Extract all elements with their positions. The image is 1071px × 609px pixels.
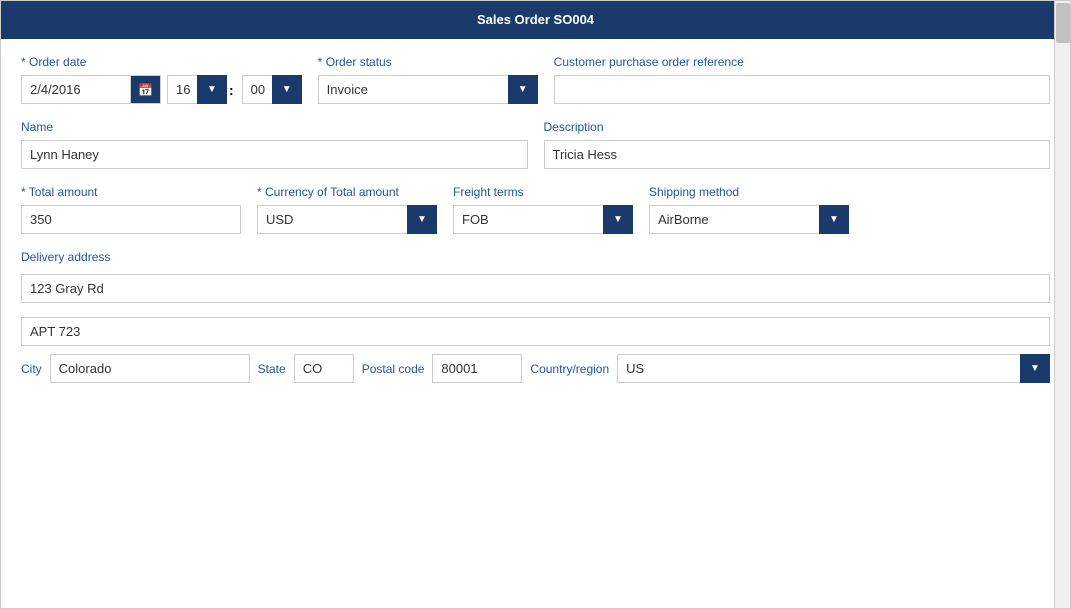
customer-po-group: Customer purchase order reference [554, 55, 1050, 104]
time-colon: : [227, 82, 236, 98]
currency-label: Currency of Total amount [257, 185, 437, 199]
address-line2-input[interactable] [21, 317, 1050, 346]
city-state-row: City State Postal code Country/region US… [21, 354, 1050, 383]
total-amount-group: Total amount [21, 185, 241, 234]
postal-code-label: Postal code [362, 362, 425, 376]
description-label: Description [544, 120, 1051, 134]
sales-order-window: Sales Order SO004 Order date 📅 16 000102… [0, 0, 1071, 609]
country-select-wrapper: US CA GB AU DE [617, 354, 1050, 383]
city-input[interactable] [50, 354, 250, 383]
total-amount-label: Total amount [21, 185, 241, 199]
total-amount-input[interactable] [21, 205, 241, 234]
state-label: State [258, 362, 286, 376]
order-date-label: Order date [21, 55, 302, 69]
order-date-group: Order date 📅 16 00010203 04050607 080910… [21, 55, 302, 104]
freight-terms-group: Freight terms FOB CIF EXW DDP [453, 185, 633, 234]
calendar-button[interactable]: 📅 [131, 75, 161, 104]
row-amounts: Total amount Currency of Total amount US… [21, 185, 1050, 234]
row-name-description: Name Description [21, 120, 1050, 169]
hour-select-wrapper: 16 00010203 04050607 08091011 12131415 1… [167, 75, 227, 104]
order-status-select[interactable]: Invoice Draft Confirmed Cancelled [318, 75, 538, 104]
row-order-date-status: Order date 📅 16 00010203 04050607 080910… [21, 55, 1050, 104]
state-input[interactable] [294, 354, 354, 383]
order-status-select-wrapper: Invoice Draft Confirmed Cancelled [318, 75, 538, 104]
postal-code-input[interactable] [432, 354, 522, 383]
description-input[interactable] [544, 140, 1051, 169]
name-input[interactable] [21, 140, 528, 169]
country-select[interactable]: US CA GB AU DE [617, 354, 1050, 383]
currency-select[interactable]: USD EUR GBP CAD [257, 205, 437, 234]
title-text: Sales Order SO004 [477, 12, 594, 27]
hour-select[interactable]: 16 00010203 04050607 08091011 12131415 1… [167, 75, 227, 104]
scrollbar[interactable] [1054, 1, 1070, 608]
order-status-group: Order status Invoice Draft Confirmed Can… [318, 55, 538, 104]
scrollbar-thumb[interactable] [1056, 3, 1070, 43]
city-label: City [21, 362, 42, 376]
shipping-method-group: Shipping method AirBorne Ground Express … [649, 185, 849, 234]
shipping-method-select[interactable]: AirBorne Ground Express Economy [649, 205, 849, 234]
freight-terms-select[interactable]: FOB CIF EXW DDP [453, 205, 633, 234]
currency-group: Currency of Total amount USD EUR GBP CAD [257, 185, 437, 234]
date-time-row: 📅 16 00010203 04050607 08091011 12131415… [21, 75, 302, 104]
customer-po-input[interactable] [554, 75, 1050, 104]
customer-po-label: Customer purchase order reference [554, 55, 1050, 69]
delivery-address-section: Delivery address [21, 250, 1050, 346]
minute-select-wrapper: 00153045 [242, 75, 302, 104]
order-status-label: Order status [318, 55, 538, 69]
name-label: Name [21, 120, 528, 134]
address-line1-input[interactable] [21, 274, 1050, 303]
freight-terms-label: Freight terms [453, 185, 633, 199]
name-group: Name [21, 120, 528, 169]
currency-select-wrapper: USD EUR GBP CAD [257, 205, 437, 234]
delivery-address-label: Delivery address [21, 250, 1050, 264]
window-title: Sales Order SO004 [1, 1, 1070, 39]
description-group: Description [544, 120, 1051, 169]
date-input-wrapper: 📅 [21, 75, 161, 104]
shipping-method-label: Shipping method [649, 185, 849, 199]
order-date-input[interactable] [21, 75, 131, 104]
form-content: Order date 📅 16 00010203 04050607 080910… [1, 39, 1070, 608]
country-label: Country/region [530, 362, 609, 376]
shipping-select-wrapper: AirBorne Ground Express Economy [649, 205, 849, 234]
freight-select-wrapper: FOB CIF EXW DDP [453, 205, 633, 234]
minute-select[interactable]: 00153045 [242, 75, 302, 104]
